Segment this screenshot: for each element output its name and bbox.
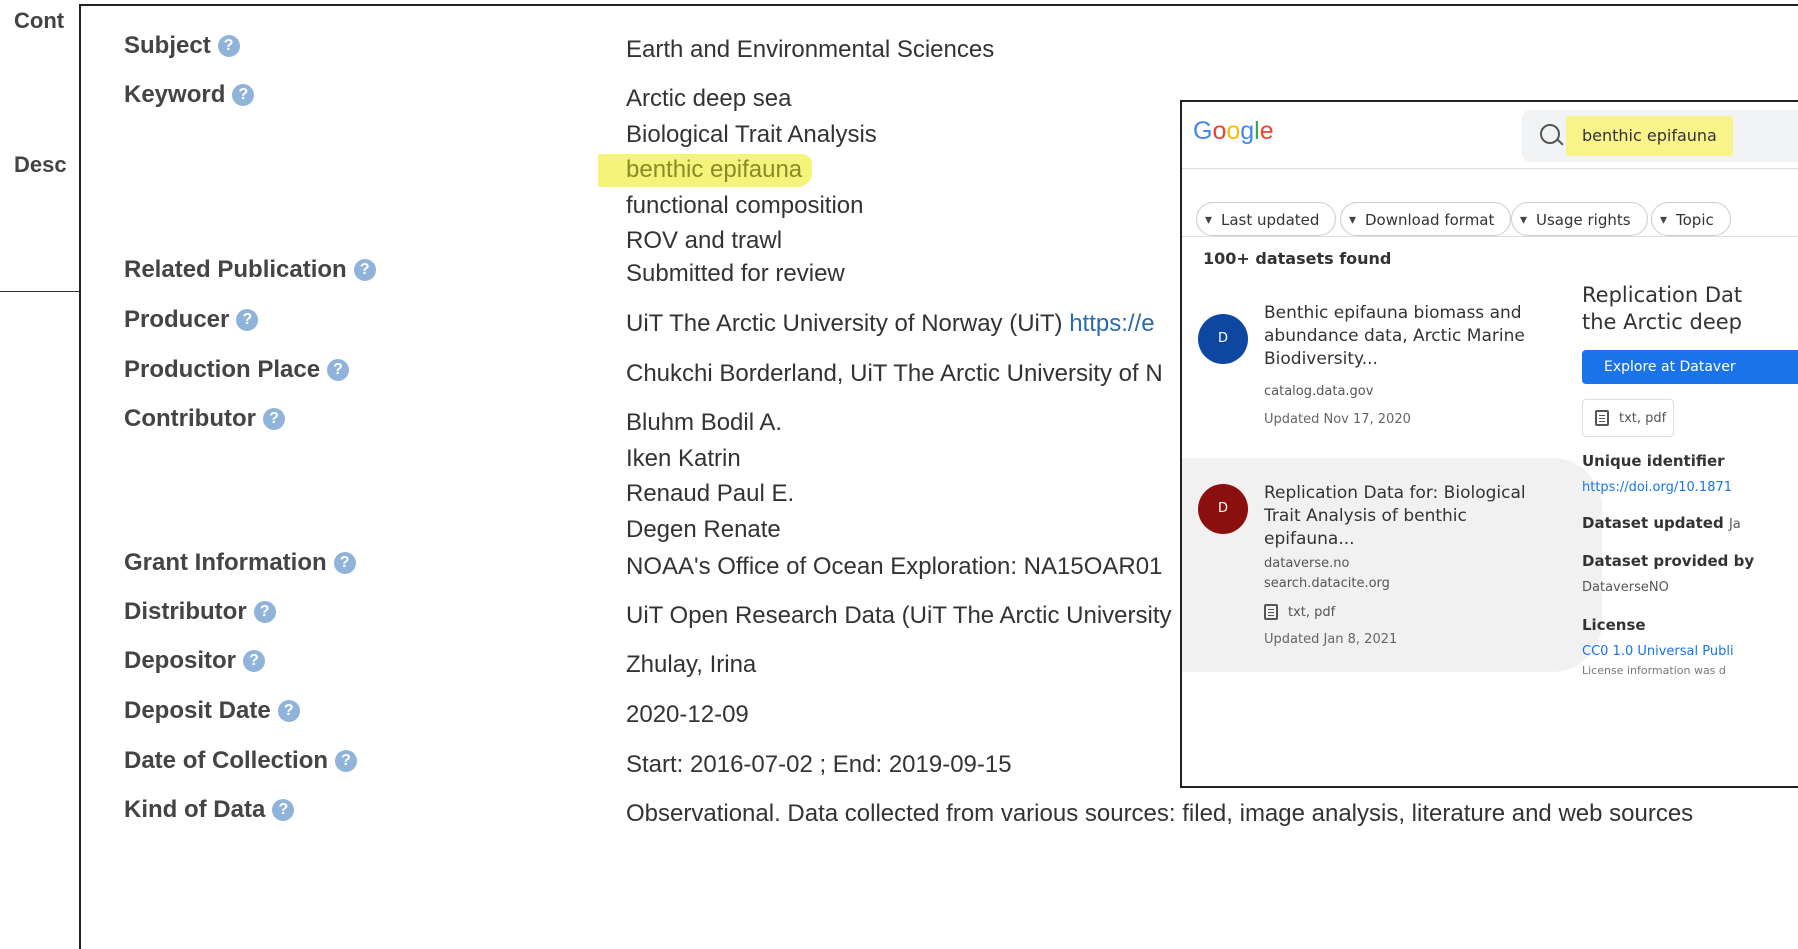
field-value: Earth and Environmental Sciences <box>626 36 995 63</box>
detail-title: Replication Dat the Arctic deep <box>1582 283 1743 334</box>
filter-topic[interactable]: Topic <box>1651 202 1731 237</box>
unique-identifier-link[interactable]: https://doi.org/10.1871 <box>1582 480 1732 495</box>
help-icon[interactable]: ? <box>236 309 259 331</box>
google-logo[interactable]: Google <box>1193 117 1274 146</box>
filter-last-updated[interactable]: Last updated <box>1196 202 1337 237</box>
field-label: Distributor <box>124 598 247 625</box>
keyword-item-highlighted[interactable]: benthic epifauna <box>598 154 813 187</box>
help-icon[interactable]: ? <box>272 799 295 821</box>
google-dataset-search-panel: Google benthic epifauna Last updated Dow… <box>1180 100 1798 788</box>
field-value: Zhulay, Irina <box>626 651 757 678</box>
dataset-updated-row: Dataset updated Ja <box>1582 514 1741 532</box>
explore-button[interactable]: Explore at Dataver <box>1582 350 1798 384</box>
contributor-name: Bluhm Bodil A. <box>626 409 783 436</box>
license-link[interactable]: CC0 1.0 Universal Publi <box>1582 644 1734 659</box>
keyword-item[interactable]: Arctic deep sea <box>626 81 877 117</box>
field-value: Submitted for review <box>626 260 845 287</box>
help-icon[interactable]: ? <box>327 359 350 381</box>
unique-identifier-label: Unique identifier <box>1582 452 1725 470</box>
result-item-selected[interactable]: D Replication Data for: Biological Trait… <box>1182 458 1602 672</box>
result-source: dataverse.no <box>1264 556 1350 571</box>
header-divider <box>1182 168 1798 169</box>
avatar: D <box>1198 484 1248 534</box>
avatar: D <box>1198 314 1248 364</box>
field-label: Date of Collection <box>124 747 329 774</box>
search-icon[interactable] <box>1540 124 1560 144</box>
result-source: search.datacite.org <box>1264 576 1390 591</box>
contributor-name: Degen Renate <box>626 515 781 543</box>
help-icon[interactable]: ? <box>217 35 240 57</box>
license-label: License <box>1582 616 1646 634</box>
filter-divider <box>1182 236 1798 237</box>
field-label: Producer <box>124 306 230 333</box>
help-icon[interactable]: ? <box>353 259 376 281</box>
field-value: NOAA's Office of Ocean Exploration: NA15… <box>626 553 1163 580</box>
field-label: Keyword <box>124 81 226 108</box>
search-box[interactable]: benthic epifauna <box>1522 110 1798 162</box>
field-label: Related Publication <box>124 256 347 283</box>
field-label: Kind of Data <box>124 796 266 823</box>
result-updated: Updated Jan 8, 2021 <box>1264 632 1398 647</box>
help-icon[interactable]: ? <box>277 700 300 722</box>
result-title[interactable]: Replication Data for: Biological Trait A… <box>1264 482 1534 551</box>
keyword-item[interactable]: Biological Trait Analysis <box>626 117 877 153</box>
field-value: Start: 2016-07-02 ; End: 2019-09-15 <box>626 751 1012 778</box>
result-formats: txt, pdf <box>1264 604 1335 620</box>
help-icon[interactable]: ? <box>262 408 285 430</box>
field-label: Subject <box>124 32 211 59</box>
help-icon[interactable]: ? <box>232 84 255 106</box>
help-icon[interactable]: ? <box>333 552 356 574</box>
provided-by-value: DataverseNO <box>1582 580 1669 595</box>
license-note: License information was d <box>1582 664 1726 677</box>
filter-download-format[interactable]: Download format <box>1340 202 1512 237</box>
field-value: Chukchi Borderland, UiT The Arctic Unive… <box>626 360 1163 387</box>
field-label: Production Place <box>124 356 321 383</box>
background-divider <box>0 291 80 292</box>
search-query[interactable]: benthic epifauna <box>1566 116 1733 156</box>
field-label: Grant Information <box>124 549 327 576</box>
keyword-item[interactable]: ROV and trawl <box>626 223 877 259</box>
contributor-name: Iken Katrin <box>626 444 741 472</box>
background-label-contact: Cont <box>14 8 65 33</box>
field-label: Deposit Date <box>124 697 271 724</box>
field-label: Contributor <box>124 405 256 432</box>
results-count: 100+ datasets found <box>1203 249 1392 268</box>
filter-usage-rights[interactable]: Usage rights <box>1511 202 1648 237</box>
field-value: UiT The Arctic University of Norway (UiT… <box>626 310 1063 337</box>
field-value: 2020-12-09 <box>626 701 749 728</box>
keyword-item[interactable]: functional composition <box>626 188 877 224</box>
producer-link[interactable]: https://e <box>1069 310 1154 337</box>
document-icon <box>1595 410 1609 426</box>
help-icon[interactable]: ? <box>253 601 276 623</box>
result-item[interactable]: D Benthic epifauna biomass and abundance… <box>1182 294 1602 454</box>
help-icon[interactable]: ? <box>335 750 358 772</box>
result-updated: Updated Nov 17, 2020 <box>1264 412 1411 427</box>
field-value: Observational. Data collected from vario… <box>626 800 1694 827</box>
help-icon[interactable]: ? <box>243 650 266 672</box>
background-label-description: Desc <box>14 152 67 177</box>
result-source: catalog.data.gov <box>1264 384 1374 399</box>
field-value: UiT Open Research Data (UiT The Arctic U… <box>626 602 1172 629</box>
field-label: Depositor <box>124 647 237 674</box>
provided-by-label: Dataset provided by <box>1582 552 1755 570</box>
contributor-name: Renaud Paul E. <box>626 480 795 507</box>
document-icon <box>1264 604 1278 620</box>
detail-formats: txt, pdf <box>1582 399 1674 437</box>
result-title[interactable]: Benthic epifauna biomass and abundance d… <box>1264 302 1534 371</box>
